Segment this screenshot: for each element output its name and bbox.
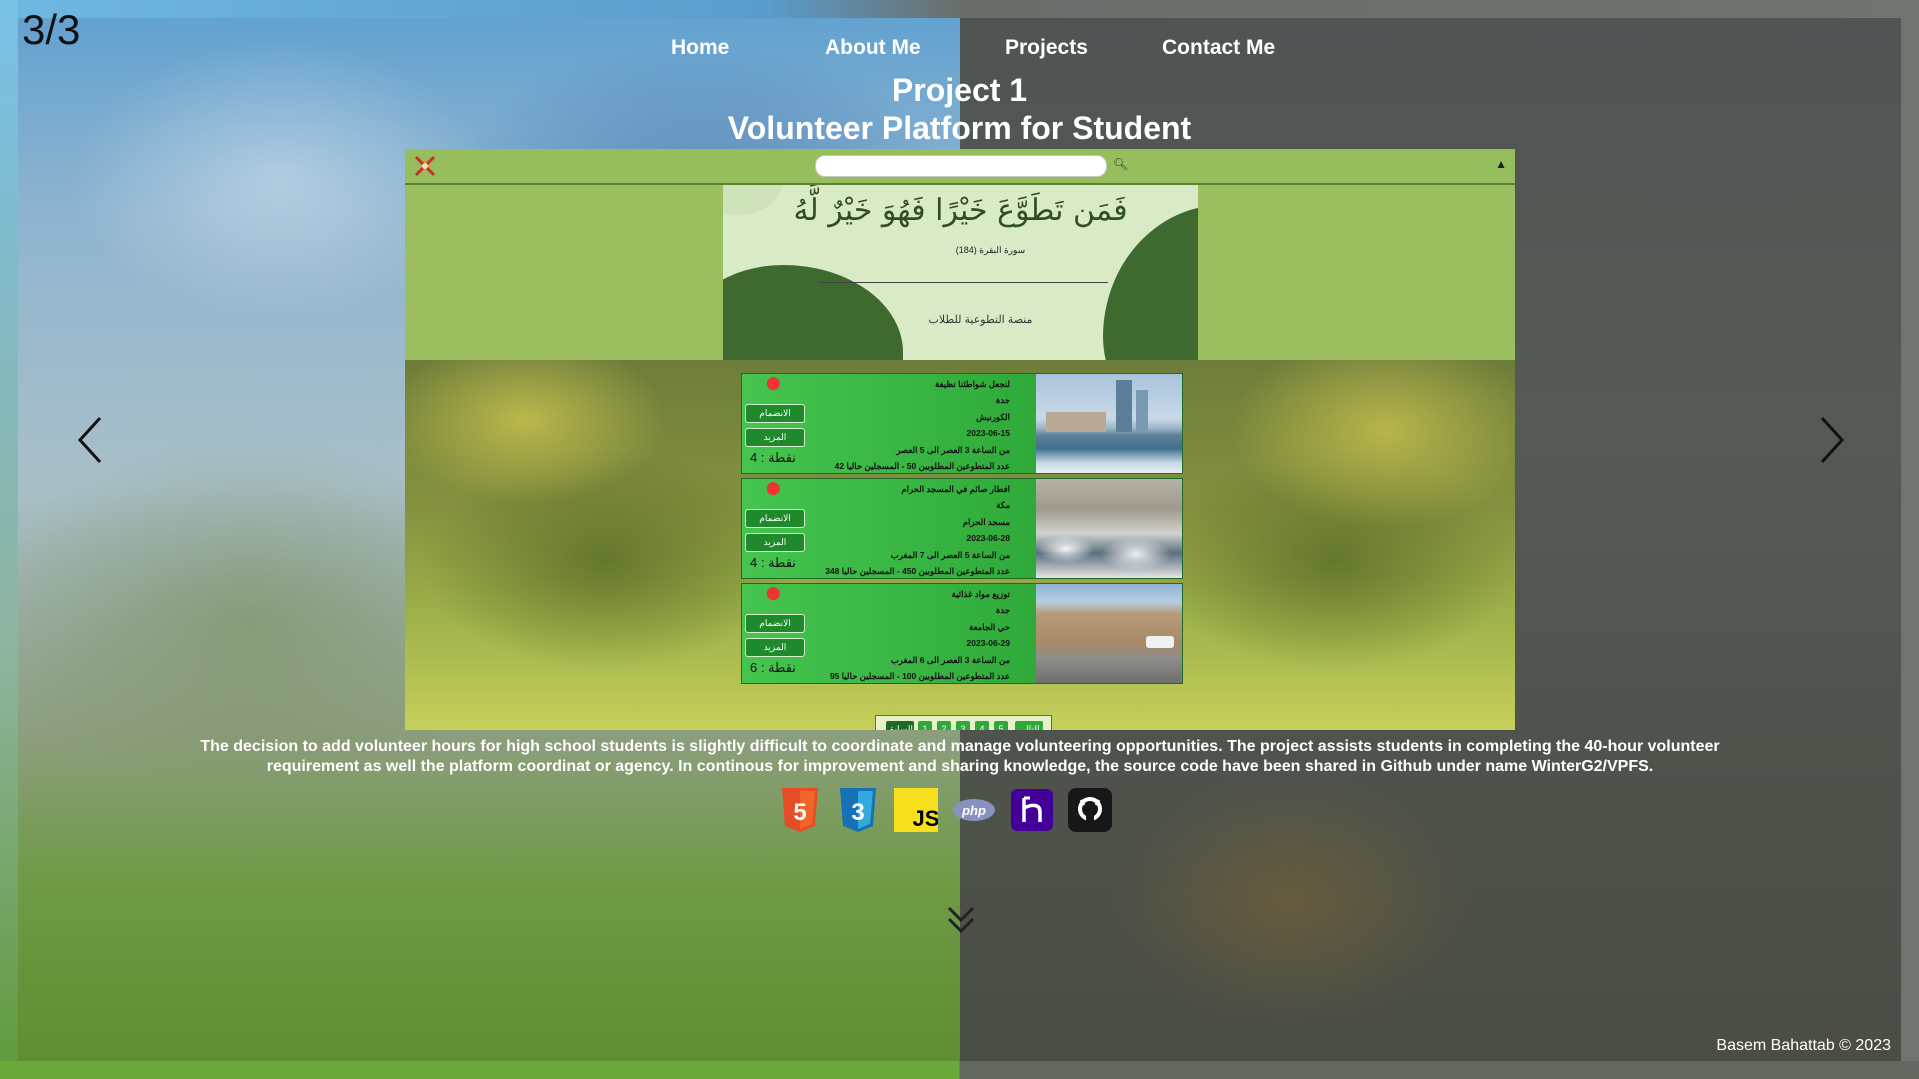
app-header: 🔍︎ ▲	[405, 149, 1515, 185]
app-banner: فَمَن تَطَوَّعَ خَيْرًا فَهُوَ خَيْرٌ لَ…	[723, 185, 1198, 360]
nav-projects[interactable]: Projects	[1005, 36, 1088, 60]
pagination-page[interactable]: 4	[975, 721, 989, 730]
card-date: 2023-06-28	[966, 533, 1010, 544]
map-pin-icon[interactable]: ⬤	[766, 586, 781, 600]
project-number-title: Project 1	[891, 72, 1028, 108]
frame-right	[1901, 0, 1919, 1079]
project-name-title: Volunteer Platform for Student	[727, 110, 1192, 146]
card-city: جدة	[995, 605, 1010, 616]
search-icon[interactable]: 🔍︎	[1113, 157, 1128, 171]
next-slide-arrow-icon[interactable]	[1812, 410, 1852, 470]
banner-reference: سورة البقرة (184)	[955, 245, 1026, 255]
card-city: جدة	[995, 395, 1010, 406]
map-pin-icon[interactable]: ⬤	[766, 481, 781, 495]
opportunity-card: ⬤ الانضمام المزيد نقطة : 4 افطار صائم في…	[741, 478, 1183, 579]
card-photo	[1036, 479, 1182, 578]
pagination-next[interactable]: التالي	[1015, 721, 1043, 730]
pagination-page[interactable]: 2	[937, 721, 951, 730]
card-counts: عدد المتطوعين المطلوبين 100 - المسجلين ح…	[829, 671, 1010, 682]
card-time: من الساعة 3 العصر الى 6 المغرب	[890, 654, 1010, 665]
main-nav: Home About Me Projects Contact Me	[0, 36, 1919, 66]
opportunity-card: ⬤ الانضمام المزيد نقطة : 4 لنجعل شواطئنا…	[741, 373, 1183, 474]
pagination-prev[interactable]: السابق	[886, 721, 914, 730]
svg-text:JS: JS	[913, 806, 938, 831]
pagination-page[interactable]: 5	[994, 721, 1008, 730]
frame-bottom	[0, 1061, 1919, 1079]
heroku-icon	[1010, 786, 1054, 834]
footer-copyright: Basem Bahattab © 2023	[1716, 1037, 1891, 1054]
card-date: 2023-06-15	[966, 428, 1010, 439]
card-time: من الساعة 5 العصر الى 7 المغرب	[890, 549, 1010, 560]
card-counts: عدد المتطوعين المطلوبين 50 - المسجلين حا…	[834, 461, 1010, 472]
nav-home[interactable]: Home	[671, 36, 729, 60]
svg-text:3: 3	[851, 799, 864, 826]
card-title: افطار صائم في المسجد الحرام	[901, 484, 1010, 494]
map-pin-icon[interactable]: ⬤	[766, 376, 781, 390]
project-screenshot: 🔍︎ ▲ فَمَن تَطَوَّعَ خَيْرًا فَهُوَ خَيْ…	[405, 149, 1515, 730]
frame-left	[0, 0, 18, 1079]
card-photo	[1036, 584, 1182, 683]
svg-text:5: 5	[793, 799, 806, 826]
css3-icon: 3	[836, 786, 880, 834]
card-time: من الساعة 3 العصر الى 5 العصر	[896, 444, 1010, 455]
pagination: السابق 1 2 3 4 5 التالي	[875, 715, 1052, 730]
nav-contact-me[interactable]: Contact Me	[1162, 36, 1275, 60]
project-description: The decision to add volunteer hours for …	[200, 738, 1720, 775]
app-logo-icon	[414, 155, 436, 177]
scroll-down-icon[interactable]	[944, 903, 978, 937]
banner-verse: فَمَن تَطَوَّعَ خَيْرًا فَهُوَ خَيْرٌ لَ…	[793, 193, 1128, 228]
banner-divider	[818, 282, 1108, 283]
svg-text:php: php	[961, 803, 986, 818]
card-title: توزيع مواد غذائية	[951, 589, 1010, 599]
php-icon: php	[952, 786, 996, 834]
card-counts: عدد المتطوعين المطلوبين 450 - المسجلين ح…	[825, 566, 1010, 577]
card-city: مكة	[996, 500, 1010, 511]
card-date: 2023-06-29	[966, 638, 1010, 649]
card-photo	[1036, 374, 1182, 473]
javascript-icon: JS	[894, 786, 938, 834]
user-icon[interactable]: ▲	[1495, 157, 1507, 171]
html5-icon: 5	[778, 786, 822, 834]
card-place: الكورنيش	[976, 411, 1010, 422]
banner-subtitle: منصة التطوعية للطلاب	[928, 314, 1033, 326]
previous-slide-arrow-icon[interactable]	[70, 410, 110, 470]
nav-about-me[interactable]: About Me	[825, 36, 921, 60]
frame-top	[0, 0, 1919, 18]
pagination-page[interactable]: 3	[956, 721, 970, 730]
opportunity-card: ⬤ الانضمام المزيد نقطة : 6 توزيع مواد غذ…	[741, 583, 1183, 684]
card-place: مسجد الحرام	[962, 516, 1010, 527]
card-title: لنجعل شواطئنا نظيفة	[934, 379, 1010, 389]
pagination-page[interactable]: 1	[918, 721, 932, 730]
github-icon	[1068, 786, 1112, 834]
card-place: حي الجامعة	[969, 621, 1010, 632]
app-search-input[interactable]	[815, 155, 1107, 177]
